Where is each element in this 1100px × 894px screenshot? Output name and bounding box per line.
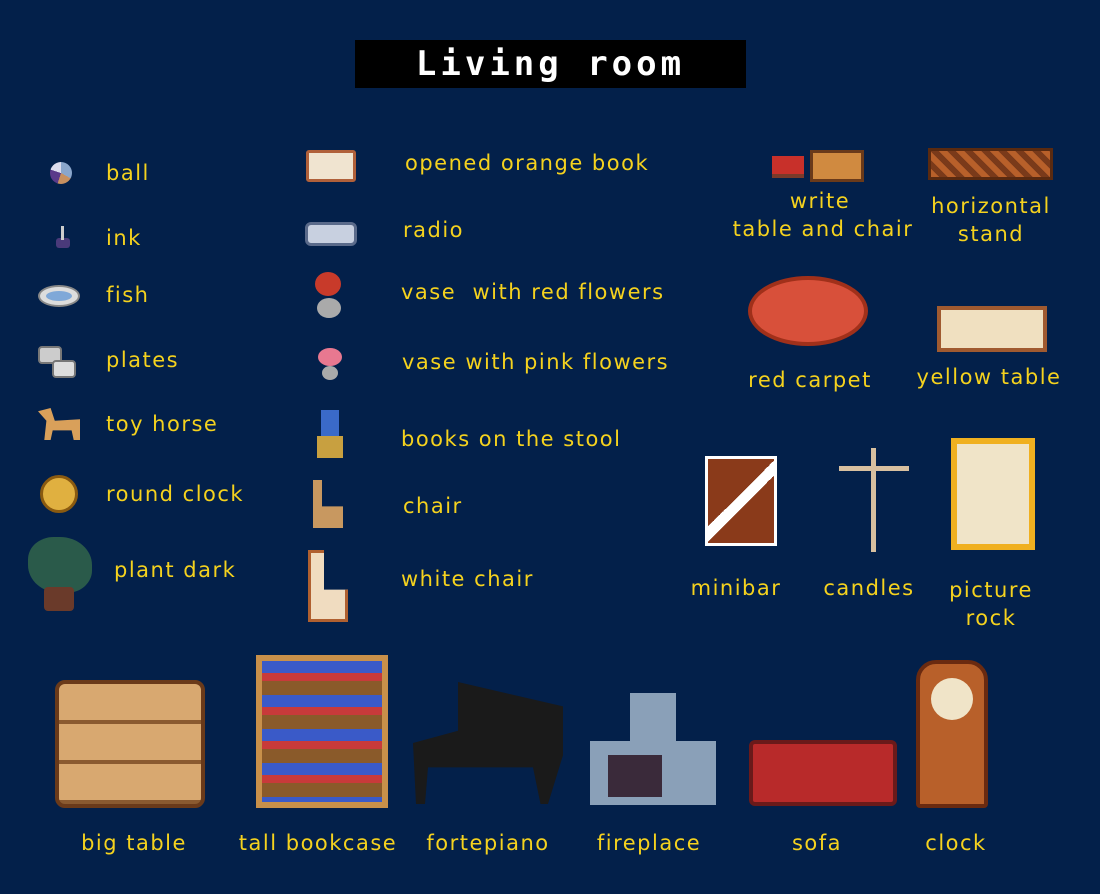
label-fortepiano: fortepiano xyxy=(426,831,550,855)
chair-icon xyxy=(313,480,343,528)
write-chair-icon xyxy=(772,156,804,178)
label-minibar: minibar xyxy=(690,576,782,600)
books-on-stool-icon xyxy=(315,410,345,466)
label-big-table: big table xyxy=(81,831,187,855)
clock-icon xyxy=(916,660,988,808)
ball-icon xyxy=(50,162,72,184)
ink-icon xyxy=(51,226,70,250)
label-horizontal: horizontal xyxy=(931,194,1051,218)
label-candles: candles xyxy=(823,576,915,600)
label-white-chair: white chair xyxy=(401,567,534,591)
yellow-table-icon xyxy=(937,306,1047,352)
radio-icon xyxy=(305,222,357,246)
tall-bookcase-icon xyxy=(256,655,388,808)
toy-horse-icon xyxy=(38,408,80,440)
picture-rock-icon xyxy=(951,438,1035,550)
round-clock-icon xyxy=(40,475,78,513)
label-plant-dark: plant dark xyxy=(114,558,237,582)
label-clock: clock xyxy=(925,831,987,855)
fortepiano-icon xyxy=(413,682,563,804)
plant-dark-icon xyxy=(24,537,96,613)
fireplace-icon xyxy=(590,693,716,805)
label-round-clock: round clock xyxy=(106,482,245,506)
label-toy-horse: toy horse xyxy=(106,412,219,436)
opened-book-icon xyxy=(306,150,356,182)
vase-red-flowers-icon xyxy=(313,272,345,320)
label-tall-bookcase: tall bookcase xyxy=(238,831,398,855)
candles-icon xyxy=(835,438,913,552)
label-radio: radio xyxy=(403,218,465,242)
label-ball: ball xyxy=(106,161,150,185)
horizontal-stand-icon xyxy=(928,148,1053,180)
big-table-icon xyxy=(55,680,205,808)
white-chair-icon xyxy=(308,550,348,622)
fish-icon xyxy=(38,285,80,307)
label-plates: plates xyxy=(106,348,180,372)
vase-pink-flowers-icon xyxy=(316,348,344,382)
label-books-on-stool: books on the stool xyxy=(401,427,622,451)
label-vase-red-flowers: vase with red flowers xyxy=(401,280,665,304)
red-carpet-icon xyxy=(748,276,868,346)
label-opened-orange-book: opened orange book xyxy=(405,151,650,175)
label-rock: rock xyxy=(965,606,1017,630)
label-vase-pink-flowers: vase with pink flowers xyxy=(402,350,670,374)
sofa-icon xyxy=(749,740,897,806)
label-yellow-table: yellow table xyxy=(916,365,1062,389)
label-red-carpet: red carpet xyxy=(748,368,872,392)
label-table-and-chair: table and chair xyxy=(732,217,914,241)
minibar-icon xyxy=(705,456,777,546)
plates-icon xyxy=(38,346,78,380)
label-ink: ink xyxy=(106,226,142,250)
write-table-icon xyxy=(810,150,864,182)
label-chair: chair xyxy=(403,494,463,518)
label-sofa: sofa xyxy=(791,831,843,855)
page-title: Living room xyxy=(355,40,746,88)
label-picture: picture xyxy=(949,578,1033,602)
label-fish: fish xyxy=(106,283,150,307)
label-write: write xyxy=(789,189,851,213)
label-fireplace: fireplace xyxy=(596,831,702,855)
label-stand: stand xyxy=(957,222,1025,246)
